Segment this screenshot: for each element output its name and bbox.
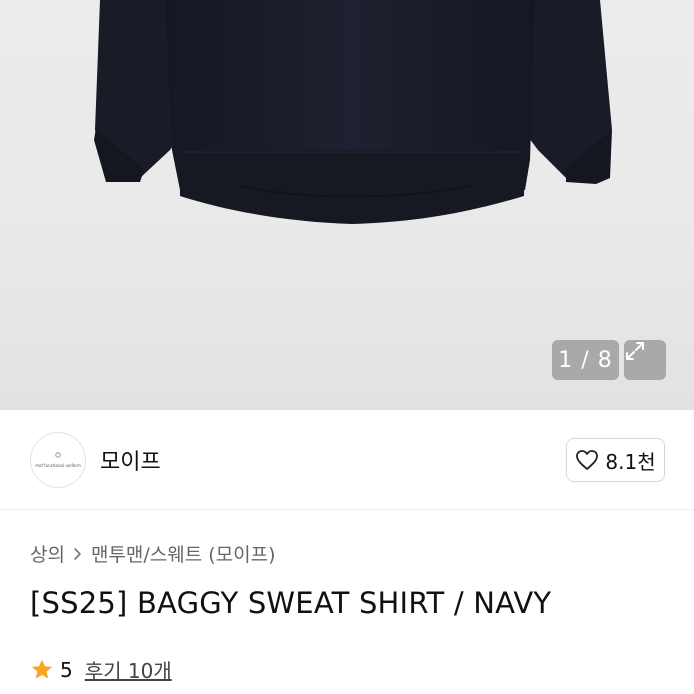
product-title: [SS25] BAGGY SWEAT SHIRT / NAVY xyxy=(30,586,552,620)
image-counter: 1 / 8 xyxy=(552,340,619,380)
chevron-right-icon xyxy=(74,547,81,560)
avatar-logo-text: mof functional uniform xyxy=(35,463,81,468)
star-icon xyxy=(32,659,52,679)
expand-icon xyxy=(626,342,644,360)
seller-avatar[interactable]: mof functional uniform xyxy=(30,432,86,488)
section-divider xyxy=(0,509,694,510)
breadcrumb-subcategory[interactable]: 맨투맨/스웨트 (모이프) xyxy=(91,540,276,567)
avatar-logo-icon xyxy=(55,452,61,458)
like-button[interactable]: 8.1천 xyxy=(566,438,665,482)
expand-button[interactable] xyxy=(624,340,666,380)
heart-outline-icon xyxy=(576,450,599,470)
product-image-gallery[interactable]: 1 / 8 xyxy=(0,0,694,410)
rating-row: 5 후기 10개 xyxy=(30,655,172,684)
rating-score: 5 xyxy=(60,657,73,682)
reviews-link[interactable]: 후기 10개 xyxy=(85,655,172,684)
breadcrumb-category[interactable]: 상의 xyxy=(30,540,65,567)
breadcrumb: 상의 맨투맨/스웨트 (모이프) xyxy=(30,540,276,567)
like-count: 8.1천 xyxy=(605,449,656,474)
seller-name[interactable]: 모이프 xyxy=(100,444,161,476)
